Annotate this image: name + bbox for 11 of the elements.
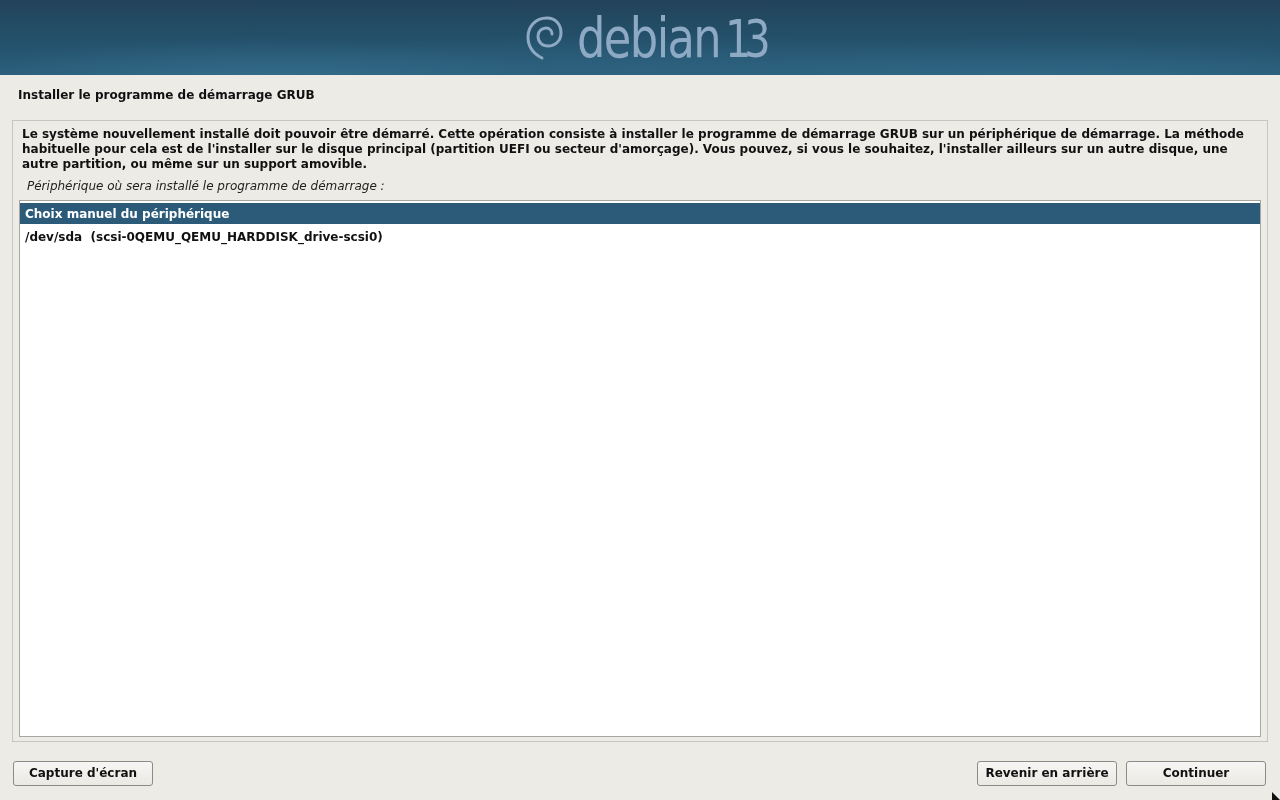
logo-version: 13: [725, 12, 764, 65]
mouse-cursor-icon: [1272, 792, 1280, 800]
screenshot-button[interactable]: Capture d'écran: [13, 760, 153, 786]
page-title: Installer le programme de démarrage GRUB: [17, 87, 316, 104]
back-button[interactable]: Revenir en arrière: [977, 760, 1117, 786]
continue-button[interactable]: Continuer: [1126, 760, 1266, 786]
device-list-item[interactable]: Choix manuel du périphérique: [20, 203, 1260, 224]
device-list-item[interactable]: /dev/sda (scsi-0QEMU_QEMU_HARDDISK_drive-scsi0): [20, 226, 1260, 247]
logo-wordmark: debian: [577, 9, 721, 66]
description-text: Le système nouvellement installé doit pouvoir être démarré. Cette opération consiste à installer le programme de démarrage GRUB sur un périphérique de démarrage. La méthode habituelle pour cela est de l'installer sur le disque principal (partition UEFI ou secteur d'amorçage). Vous pouvez, si vous le souhaitez, l'installer ailleurs sur un autre disque, une autre partition, ou même sur un support amovible.: [21, 127, 1245, 172]
list-label: Périphérique où sera installé le programme de démarrage :: [26, 178, 386, 193]
